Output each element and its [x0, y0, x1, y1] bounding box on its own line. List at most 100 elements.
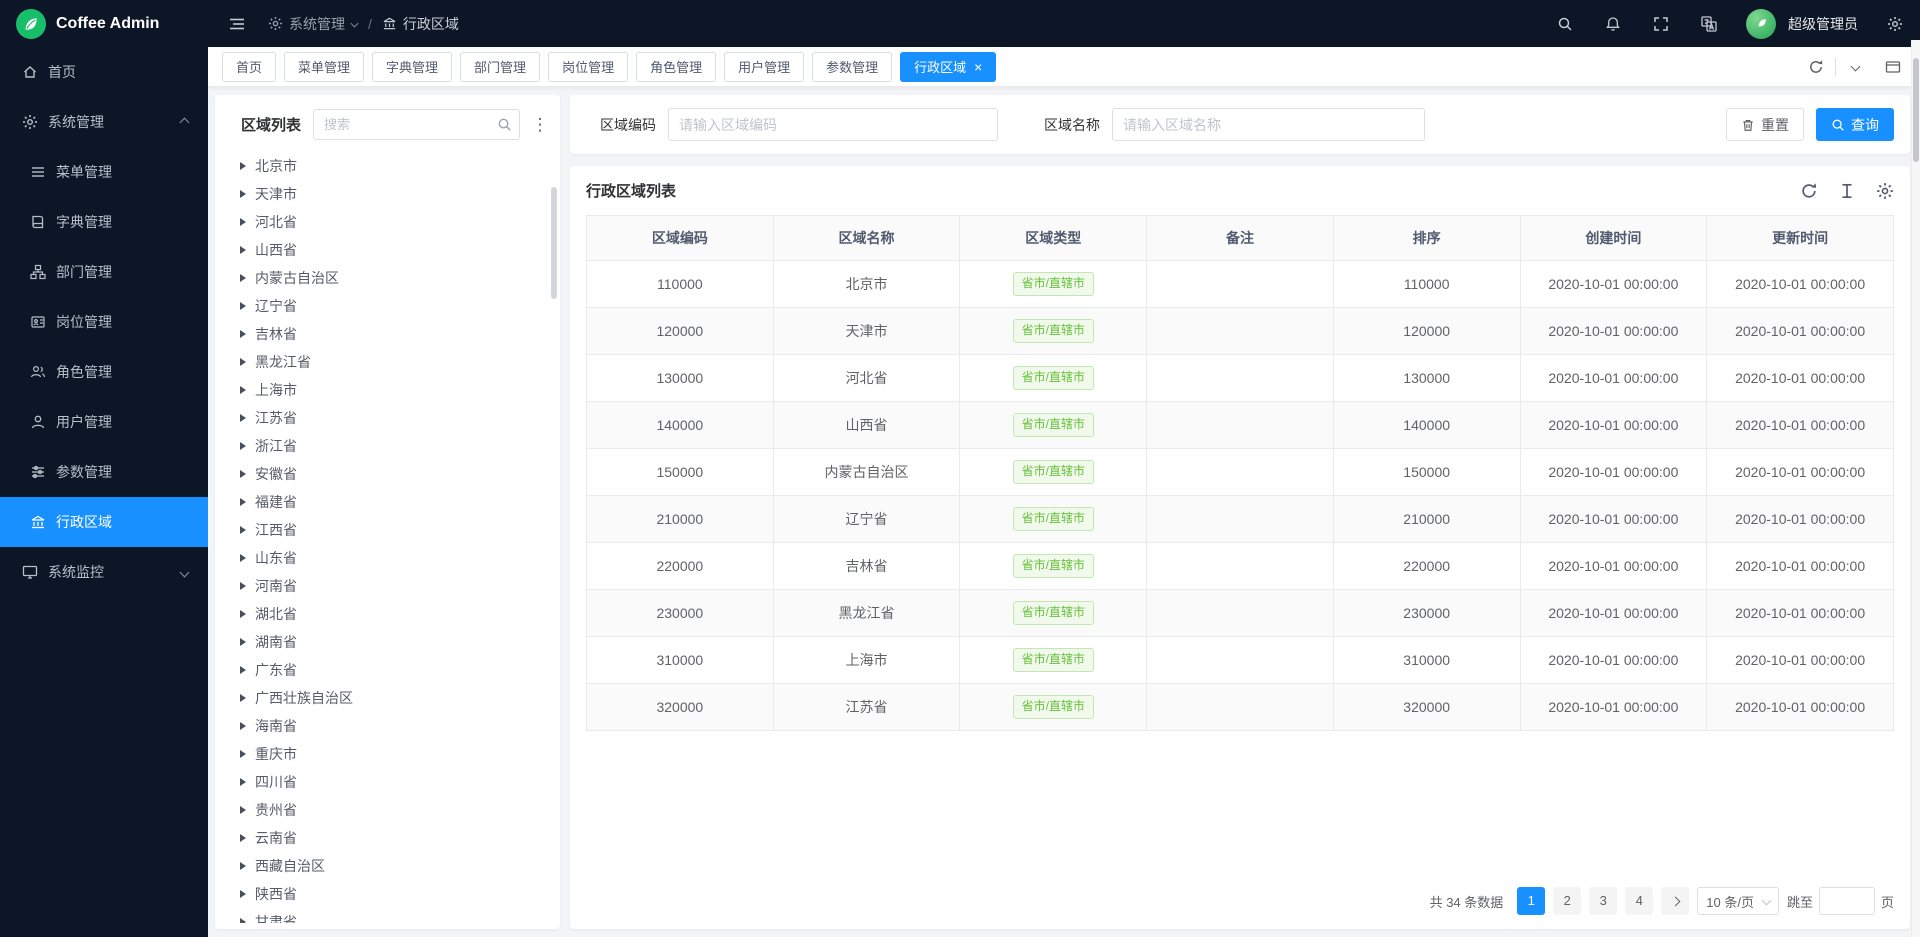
tab-dept-management[interactable]: 部门管理: [460, 52, 540, 82]
caret-right-icon[interactable]: [240, 750, 246, 758]
table-settings-button[interactable]: [1876, 182, 1894, 200]
table-row[interactable]: 230000黑龙江省省市/直辖市2300002020-10-01 00:00:0…: [587, 590, 1894, 637]
page-scrollbar-thumb[interactable]: [1913, 58, 1919, 162]
table-row[interactable]: 140000山西省省市/直辖市1400002020-10-01 00:00:00…: [587, 402, 1894, 449]
caret-right-icon[interactable]: [240, 246, 246, 254]
sidebar-item-home[interactable]: 首页: [0, 47, 208, 97]
tab-role-management[interactable]: 角色管理: [636, 52, 716, 82]
caret-right-icon[interactable]: [240, 162, 246, 170]
caret-right-icon[interactable]: [240, 722, 246, 730]
user-avatar[interactable]: [1746, 9, 1776, 39]
tree-item[interactable]: 上海市: [240, 376, 550, 404]
caret-right-icon[interactable]: [240, 442, 246, 450]
tree-item[interactable]: 陕西省: [240, 880, 550, 908]
sidebar-item-user-management[interactable]: 用户管理: [0, 397, 208, 447]
close-icon[interactable]: ×: [974, 60, 982, 74]
table-row[interactable]: 130000河北省省市/直辖市1300002020-10-01 00:00:00…: [587, 355, 1894, 402]
sidebar-item-system-management[interactable]: 系统管理: [0, 97, 208, 147]
caret-right-icon[interactable]: [240, 862, 246, 870]
caret-right-icon[interactable]: [240, 694, 246, 702]
caret-right-icon[interactable]: [240, 554, 246, 562]
region-code-input[interactable]: [668, 108, 998, 141]
table-row[interactable]: 110000北京市省市/直辖市1100002020-10-01 00:00:00…: [587, 261, 1894, 308]
tree-item[interactable]: 福建省: [240, 488, 550, 516]
tree-item[interactable]: 北京市: [240, 152, 550, 180]
sidebar-collapse-button[interactable]: [226, 13, 248, 35]
refresh-table-button[interactable]: [1800, 182, 1818, 200]
sidebar-item-menu-management[interactable]: 菜单管理: [0, 147, 208, 197]
sidebar-item-admin-region[interactable]: 行政区域: [0, 497, 208, 547]
caret-right-icon[interactable]: [240, 190, 246, 198]
page-button-4[interactable]: 4: [1625, 887, 1653, 915]
page-button-1[interactable]: 1: [1517, 887, 1545, 915]
caret-right-icon[interactable]: [240, 498, 246, 506]
tab-options-button[interactable]: [1840, 54, 1870, 80]
page-button-3[interactable]: 3: [1589, 887, 1617, 915]
table-row[interactable]: 220000吉林省省市/直辖市2200002020-10-01 00:00:00…: [587, 543, 1894, 590]
table-row[interactable]: 320000江苏省省市/直辖市3200002020-10-01 00:00:00…: [587, 684, 1894, 731]
table-row[interactable]: 150000内蒙古自治区省市/直辖市1500002020-10-01 00:00…: [587, 449, 1894, 496]
caret-right-icon[interactable]: [240, 470, 246, 478]
more-actions-button[interactable]: ⋮: [530, 113, 550, 137]
tree-item[interactable]: 贵州省: [240, 796, 550, 824]
tab-admin-region[interactable]: 行政区域×: [900, 52, 996, 82]
sidebar-item-dict-management[interactable]: 字典管理: [0, 197, 208, 247]
notifications-button[interactable]: [1602, 13, 1624, 35]
sidebar-item-post-management[interactable]: 岗位管理: [0, 297, 208, 347]
caret-right-icon[interactable]: [240, 414, 246, 422]
tree-item[interactable]: 吉林省: [240, 320, 550, 348]
tree-item[interactable]: 甘肃省: [240, 908, 550, 923]
tree-item[interactable]: 辽宁省: [240, 292, 550, 320]
caret-right-icon[interactable]: [240, 806, 246, 814]
tree-scrollbar-thumb[interactable]: [551, 187, 557, 299]
language-button[interactable]: [1698, 13, 1720, 35]
caret-right-icon[interactable]: [240, 302, 246, 310]
settings-drawer-button[interactable]: [1884, 13, 1906, 35]
tab-dict-management[interactable]: 字典管理: [372, 52, 452, 82]
caret-right-icon[interactable]: [240, 274, 246, 282]
tree-item[interactable]: 黑龙江省: [240, 348, 550, 376]
region-name-input[interactable]: [1112, 108, 1425, 141]
tree-item[interactable]: 云南省: [240, 824, 550, 852]
table-row[interactable]: 310000上海市省市/直辖市3100002020-10-01 00:00:00…: [587, 637, 1894, 684]
table-row[interactable]: 120000天津市省市/直辖市1200002020-10-01 00:00:00…: [587, 308, 1894, 355]
tree-item[interactable]: 山西省: [240, 236, 550, 264]
content-fullscreen-button[interactable]: [1878, 54, 1908, 80]
tab-user-management[interactable]: 用户管理: [724, 52, 804, 82]
page-scrollbar[interactable]: [1911, 40, 1920, 937]
tree-item[interactable]: 广西壮族自治区: [240, 684, 550, 712]
caret-right-icon[interactable]: [240, 330, 246, 338]
caret-right-icon[interactable]: [240, 834, 246, 842]
tree-item[interactable]: 山东省: [240, 544, 550, 572]
query-button[interactable]: 查询: [1816, 108, 1894, 141]
sidebar-item-param-management[interactable]: 参数管理: [0, 447, 208, 497]
app-logo[interactable]: Coffee Admin: [0, 0, 208, 47]
caret-right-icon[interactable]: [240, 526, 246, 534]
column-density-button[interactable]: [1838, 182, 1856, 200]
page-button-2[interactable]: 2: [1553, 887, 1581, 915]
header-search-button[interactable]: [1554, 13, 1576, 35]
caret-right-icon[interactable]: [240, 778, 246, 786]
tab-post-management[interactable]: 岗位管理: [548, 52, 628, 82]
breadcrumb-group[interactable]: 系统管理: [268, 14, 358, 34]
tree-item[interactable]: 河北省: [240, 208, 550, 236]
table-row[interactable]: 210000辽宁省省市/直辖市2100002020-10-01 00:00:00…: [587, 496, 1894, 543]
tree-item[interactable]: 江苏省: [240, 404, 550, 432]
tree-item[interactable]: 天津市: [240, 180, 550, 208]
caret-right-icon[interactable]: [240, 918, 246, 923]
sidebar-item-role-management[interactable]: 角色管理: [0, 347, 208, 397]
refresh-tab-button[interactable]: [1801, 54, 1831, 80]
search-icon[interactable]: [497, 117, 512, 132]
tree-item[interactable]: 江西省: [240, 516, 550, 544]
caret-right-icon[interactable]: [240, 890, 246, 898]
tree-item[interactable]: 湖南省: [240, 628, 550, 656]
caret-right-icon[interactable]: [240, 666, 246, 674]
tree-item[interactable]: 安徽省: [240, 460, 550, 488]
fullscreen-button[interactable]: [1650, 13, 1672, 35]
caret-right-icon[interactable]: [240, 218, 246, 226]
region-search-input[interactable]: [313, 109, 520, 140]
tree-item[interactable]: 四川省: [240, 768, 550, 796]
reset-button[interactable]: 重置: [1726, 108, 1804, 141]
tab-param-management[interactable]: 参数管理: [812, 52, 892, 82]
tree-item[interactable]: 重庆市: [240, 740, 550, 768]
